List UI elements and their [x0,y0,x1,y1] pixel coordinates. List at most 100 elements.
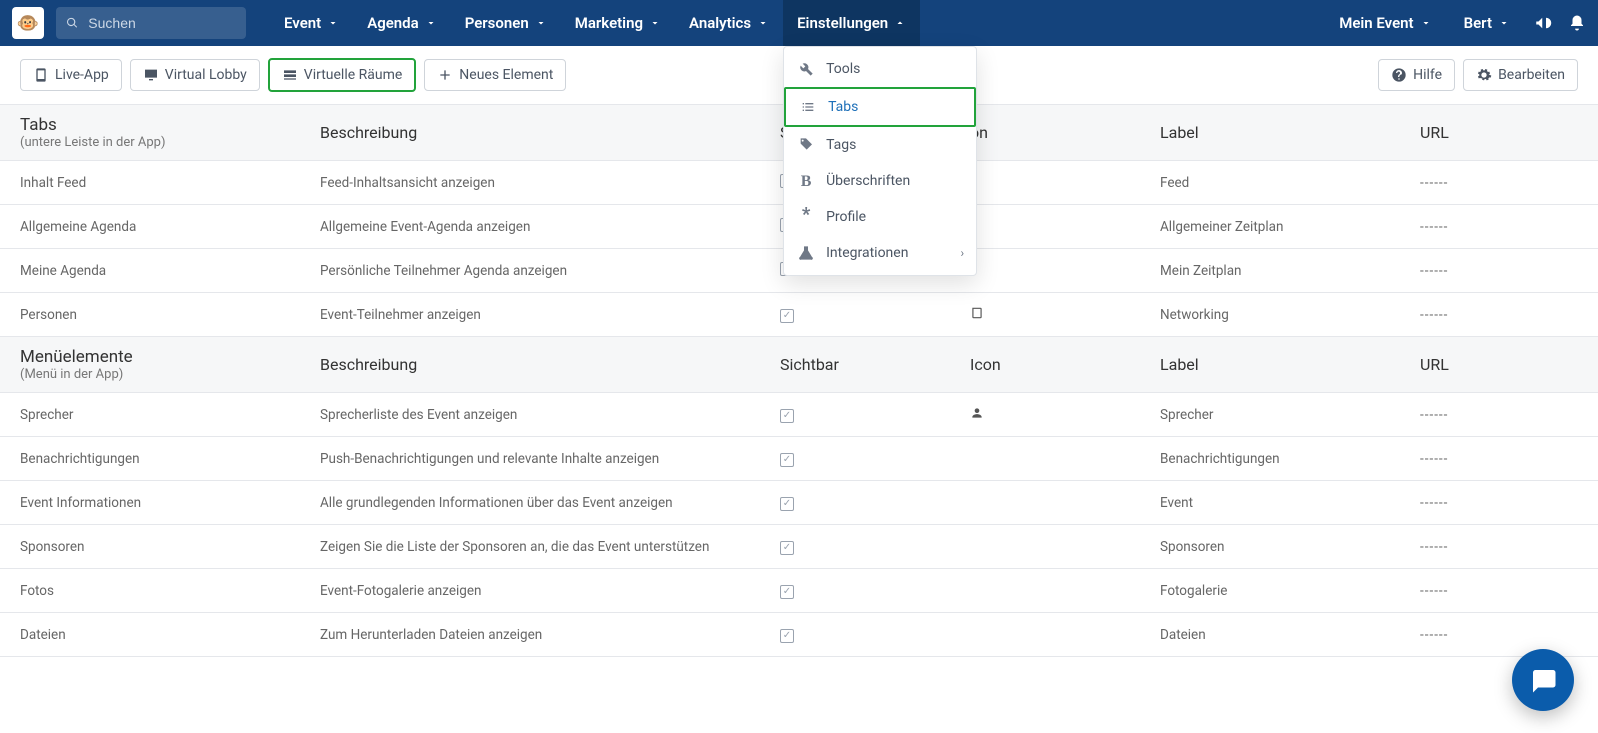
visible-checkbox[interactable]: ✓ [780,409,794,423]
edit-button[interactable]: Bearbeiten [1463,59,1578,91]
nav-marketing[interactable]: Marketing [561,0,675,46]
visible-checkbox[interactable]: ✓ [780,629,794,643]
table-row[interactable]: Personen Event-Teilnehmer anzeigen ✓ Net… [0,293,1598,337]
bell-icon[interactable] [1568,14,1586,32]
row-label: Mein Zeitplan [1160,263,1420,279]
row-name: Dateien [20,627,320,643]
row-name: Allgemeine Agenda [20,219,320,235]
chevron-down-icon [1420,17,1432,29]
chevron-down-icon [1498,17,1510,29]
visible-checkbox[interactable]: ✓ [780,541,794,555]
nav-right: Mein Event Bert [1331,14,1586,32]
visible-checkbox[interactable]: ✓ [780,585,794,599]
dropdown-profile[interactable]: * Profile [784,199,976,235]
row-url: ------ [1420,495,1578,511]
dropdown-integrations[interactable]: Integrationen › [784,235,976,271]
plus-icon [437,67,453,83]
chat-launcher[interactable] [1512,649,1574,711]
table-row[interactable]: Benachrichtigungen Push-Benachrichtigung… [0,437,1598,481]
col-url: URL [1420,123,1578,142]
nav-personen[interactable]: Personen [451,0,561,46]
row-url: ------ [1420,175,1578,191]
row-url: ------ [1420,263,1578,279]
live-app-button[interactable]: Live-App [20,59,122,91]
section-header: Menüelemente (Menü in der App) Beschreib… [0,337,1598,393]
flask-icon [798,245,814,261]
monitor-icon [143,67,159,83]
visible-checkbox[interactable]: ✓ [780,309,794,323]
row-name: Sponsoren [20,539,320,555]
row-desc: Event-Teilnehmer anzeigen [320,307,780,323]
dropdown-tags[interactable]: Tags [784,127,976,163]
asterisk-icon: * [798,209,814,225]
table-row[interactable]: Sprecher Sprecherliste des Event anzeige… [0,393,1598,437]
help-icon [1391,67,1407,83]
search-icon [66,16,78,30]
section-title: Menüelemente [20,347,320,367]
row-desc: Feed-Inhaltsansicht anzeigen [320,175,780,191]
megaphone-icon[interactable] [1534,14,1552,32]
row-visible: ✓ [780,538,970,555]
col-url: URL [1420,355,1578,374]
nav-analytics[interactable]: Analytics [675,0,783,46]
row-name: Inhalt Feed [20,175,320,191]
row-icon [970,306,1160,324]
row-label: Feed [1160,175,1420,191]
nav-einstellungen[interactable]: Einstellungen Tools Tabs Tags B [783,0,920,46]
col-description: Beschreibung [320,355,780,374]
row-name: Fotos [20,583,320,599]
col-icon: Icon [970,355,1160,374]
chevron-down-icon [535,17,547,29]
nav-user[interactable]: Bert [1456,14,1518,32]
top-navbar: 🐵 Event Agenda Personen Marketing Analyt… [0,0,1598,46]
section-title: Tabs [20,115,320,135]
virtual-rooms-button[interactable]: Virtuelle Räume [268,58,417,92]
table-row[interactable]: Fotos Event-Fotogalerie anzeigen ✓ Fotog… [0,569,1598,613]
section-subtitle: (untere Leiste in der App) [20,135,320,150]
dropdown-headings[interactable]: B Überschriften [784,163,976,199]
chevron-down-icon [649,17,661,29]
app-logo[interactable]: 🐵 [12,7,44,39]
bold-icon: B [798,173,814,189]
row-visible: ✓ [780,626,970,643]
gear-icon [1476,67,1492,83]
row-visible: ✓ [780,494,970,511]
visible-checkbox[interactable]: ✓ [780,497,794,511]
nav-mein-event[interactable]: Mein Event [1331,14,1439,32]
row-icon [970,406,1160,424]
row-desc: Zeigen Sie die Liste der Sponsoren an, d… [320,539,780,555]
wrench-icon [798,61,814,77]
row-desc: Sprecherliste des Event anzeigen [320,407,780,423]
row-label: Event [1160,495,1420,511]
global-search[interactable] [56,7,246,39]
chevron-down-icon [327,17,339,29]
table-row[interactable]: Event Informationen Alle grundlegenden I… [0,481,1598,525]
virtual-lobby-button[interactable]: Virtual Lobby [130,59,260,91]
table-row[interactable]: Sponsoren Zeigen Sie die Liste der Spons… [0,525,1598,569]
nav-event[interactable]: Event [270,0,353,46]
rooms-icon [282,67,298,83]
dropdown-tabs[interactable]: Tabs [784,87,976,127]
new-element-button[interactable]: Neues Element [424,59,566,91]
row-name: Event Informationen [20,495,320,511]
col-description: Beschreibung [320,123,780,142]
search-input[interactable] [86,14,236,32]
section-subtitle: (Menü in der App) [20,367,320,382]
table-row[interactable]: Dateien Zum Herunterladen Dateien anzeig… [0,613,1598,657]
visible-checkbox[interactable]: ✓ [780,453,794,467]
row-url: ------ [1420,307,1578,323]
nav-agenda[interactable]: Agenda [353,0,451,46]
row-label: Sprecher [1160,407,1420,423]
chevron-down-icon [425,17,437,29]
person-icon [970,406,984,420]
row-label: Sponsoren [1160,539,1420,555]
row-name: Sprecher [20,407,320,423]
row-desc: Alle grundlegenden Informationen über da… [320,495,780,511]
row-desc: Event-Fotogalerie anzeigen [320,583,780,599]
tag-icon [798,137,814,153]
row-label: Networking [1160,307,1420,323]
dropdown-tools[interactable]: Tools [784,51,976,87]
smartphone-icon [33,67,49,83]
row-label: Allgemeiner Zeitplan [1160,219,1420,235]
help-button[interactable]: Hilfe [1378,59,1455,91]
